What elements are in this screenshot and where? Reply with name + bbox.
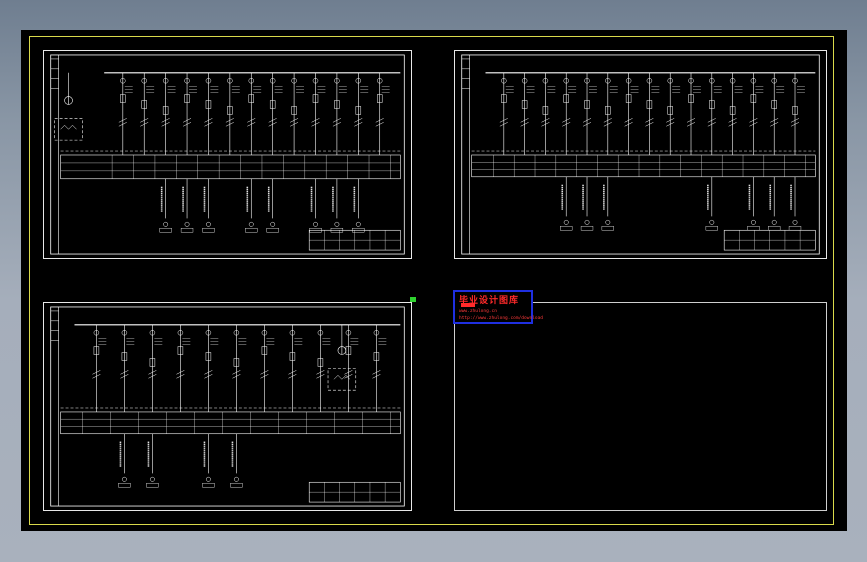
load-tag [118, 483, 131, 488]
load-symbol [584, 219, 590, 225]
load-tag [705, 226, 718, 231]
load-symbol [355, 221, 361, 227]
load-symbol [750, 219, 756, 225]
load-symbol [771, 219, 777, 225]
single-line-diagram-2 [461, 54, 820, 255]
load-tag [245, 228, 258, 233]
load-tag [266, 228, 279, 233]
diagram-sheet-3[interactable] [43, 302, 412, 511]
diagram-sheet-1[interactable] [43, 50, 412, 259]
load-tag [560, 226, 573, 231]
load-tag [202, 228, 215, 233]
load-symbol [248, 221, 254, 227]
load-tag [788, 226, 802, 231]
load-symbol [206, 221, 211, 227]
load-tag [580, 226, 594, 231]
watermark-logo [461, 303, 475, 307]
load-tag [747, 226, 760, 231]
load-tag [180, 228, 194, 233]
load-symbol [163, 221, 169, 227]
inner-border [461, 54, 820, 255]
watermark-url: www.zhulong.cn [459, 309, 497, 314]
load-tag [601, 226, 614, 231]
parameter-table [60, 411, 401, 435]
load-symbol [334, 221, 340, 227]
selection-grip[interactable] [410, 297, 416, 302]
inner-border [50, 306, 405, 507]
single-line-diagram-1 [50, 54, 405, 255]
load-tag [202, 483, 215, 488]
load-symbol [233, 476, 239, 482]
load-tag [146, 483, 159, 488]
load-symbol [121, 476, 127, 482]
diagram-sheet-2[interactable] [454, 50, 827, 259]
load-tag [230, 483, 243, 488]
load-symbol [149, 476, 155, 482]
load-symbol [563, 219, 569, 225]
parameter-table [60, 154, 401, 180]
watermark-download-url: http://www.zhulong.com/download [459, 316, 543, 321]
load-symbol [709, 219, 715, 225]
single-line-diagram-3 [50, 306, 405, 507]
inner-border [50, 54, 405, 255]
load-symbol [205, 476, 211, 482]
load-symbol [313, 221, 318, 227]
load-tag [159, 228, 172, 233]
meter-symbol [333, 374, 350, 380]
load-tag [768, 226, 781, 231]
load-symbol [270, 221, 276, 227]
load-symbol [792, 219, 798, 225]
load-symbol [605, 219, 611, 225]
load-symbol [184, 221, 190, 227]
blank-sheet[interactable] [454, 302, 827, 511]
watermark-stamp: 毕业设计图库 www.zhulong.cn http://www.zhulong… [453, 290, 543, 324]
meter-symbol [60, 124, 77, 130]
